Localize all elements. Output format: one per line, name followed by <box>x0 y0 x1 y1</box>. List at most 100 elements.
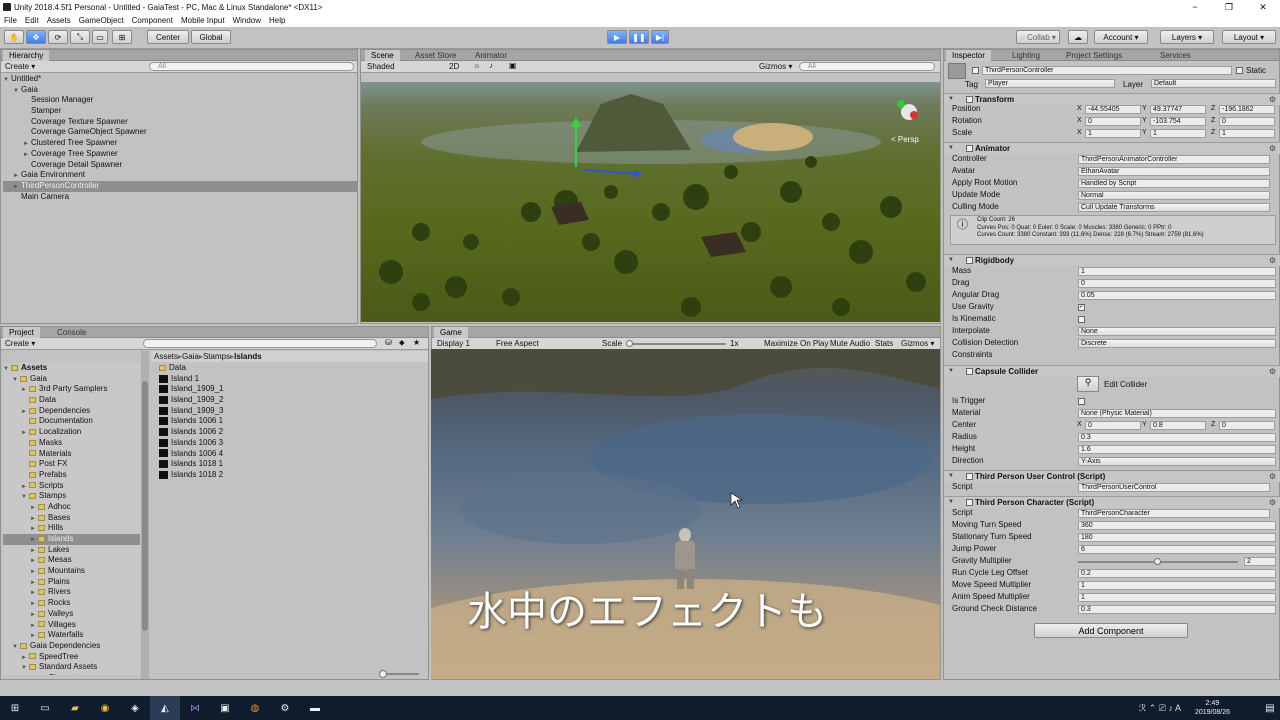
asset-item[interactable]: Islands 1018 2 <box>159 470 359 481</box>
tab-lighting[interactable]: Lighting <box>1006 50 1046 61</box>
component-settings-icon[interactable]: ⚙ <box>1269 255 1276 266</box>
collab-button[interactable]: ◌ Collab ▾ <box>1016 30 1060 44</box>
mute-audio-toggle[interactable]: Mute Audio <box>830 339 870 348</box>
component-settings-icon[interactable]: ⚙ <box>1269 471 1276 482</box>
component-settings-icon[interactable]: ⚙ <box>1269 94 1276 105</box>
folder-item[interactable]: ► 3rd Party Samplers <box>3 384 140 395</box>
layers-dropdown[interactable]: Layers ▾ <box>1160 30 1214 44</box>
character-ground-check-distance-field[interactable]: 0.3 <box>1078 605 1276 614</box>
folder-item[interactable]: ▼ Gaia Dependencies <box>3 641 140 652</box>
window-icon[interactable]: ▬ <box>300 696 330 720</box>
scene-root[interactable]: ▼ Untitled* <box>3 74 357 85</box>
animator-controller-field[interactable]: ThirdPersonAnimatorController <box>1078 155 1270 164</box>
hierarchy-item[interactable]: ► Gaia Environment <box>3 170 357 181</box>
menu-mobile-input[interactable]: Mobile Input <box>177 16 229 25</box>
tab-inspector[interactable]: Inspector <box>946 50 991 61</box>
system-tray[interactable]: ℛ ⌃ ⎚ ♪ A <box>1139 703 1181 714</box>
hierarchy-item[interactable]: ► Clustered Tree Spawner <box>3 138 357 149</box>
slider-thumb[interactable] <box>1154 558 1161 565</box>
stats-toggle[interactable]: Stats <box>875 339 893 348</box>
scene-persp-label[interactable]: < Persp <box>891 135 919 144</box>
rigidbody-enabled-checkbox[interactable] <box>966 257 973 264</box>
scale-y-field[interactable]: 1 <box>1150 129 1206 138</box>
hierarchy-item[interactable]: Coverage Detail Spawner <box>3 160 357 171</box>
folder-item[interactable]: Post FX <box>3 459 140 470</box>
notifications-icon[interactable]: ▤ <box>1260 696 1280 720</box>
capsule-center-y-field[interactable]: 0.8 <box>1150 421 1206 430</box>
transform-enabled-checkbox[interactable] <box>966 96 973 103</box>
rect-tool-icon[interactable]: ▭ <box>92 30 108 44</box>
position-y-field[interactable]: 49.37747 <box>1150 105 1206 114</box>
mode-2d-button[interactable]: 2D <box>449 62 459 71</box>
favorite-icon[interactable]: ★ <box>413 338 420 347</box>
character-anim-speed-multiplier-field[interactable]: 1 <box>1078 593 1276 602</box>
hierarchy-search-input[interactable]: All <box>149 62 354 71</box>
tab-game[interactable]: Game <box>434 327 468 338</box>
folder-item[interactable]: ▼ Stamps <box>3 491 140 502</box>
clock[interactable]: 2:49 2019/08/26 <box>1195 699 1230 717</box>
menu-edit[interactable]: Edit <box>21 16 43 25</box>
step-button[interactable]: ▶| <box>651 30 669 44</box>
rigidbody-drag-field[interactable]: 0 <box>1078 279 1276 288</box>
layer-dropdown[interactable]: Default <box>1151 79 1276 88</box>
tag-dropdown[interactable]: Player <box>985 79 1115 88</box>
folder-item[interactable]: ► Bases <box>3 513 140 524</box>
rigidbody-collision-detection-field[interactable]: Discrete <box>1078 339 1276 348</box>
capsule-center-z-field[interactable]: 0 <box>1219 421 1275 430</box>
user-control-script-field[interactable]: ThirdPersonUserControl <box>1078 483 1270 492</box>
character-script-field[interactable]: ThirdPersonCharacter <box>1078 509 1270 518</box>
gravity-slider[interactable] <box>1078 558 1238 565</box>
asset-item[interactable]: Island_1909_3 <box>159 406 359 417</box>
shading-dropdown[interactable]: Shaded <box>367 62 395 71</box>
folder-item[interactable]: Masks <box>3 438 140 449</box>
unity-hub-icon[interactable]: ◈ <box>120 696 150 720</box>
third-person-user-control-enabled-checkbox[interactable] <box>966 473 973 480</box>
component-settings-icon[interactable]: ⚙ <box>1269 366 1276 377</box>
tab-scene[interactable]: Scene <box>365 50 400 61</box>
folder-item[interactable]: Data <box>3 395 140 406</box>
folder-item[interactable]: ► Hills <box>3 523 140 534</box>
breadcrumb-item[interactable]: Islands <box>234 352 262 361</box>
static-checkbox[interactable] <box>1236 67 1243 74</box>
is-trigger-checkbox[interactable] <box>1078 398 1085 405</box>
rigidbody-angular-drag-field[interactable]: 0.05 <box>1078 291 1276 300</box>
rotation-x-field[interactable]: 0 <box>1085 117 1141 126</box>
capsule-radius-field[interactable]: 0.3 <box>1078 433 1276 442</box>
scene-search-input[interactable]: All <box>799 62 935 71</box>
blender-icon[interactable]: ◍ <box>240 696 270 720</box>
position-z-field[interactable]: -196.1862 <box>1219 105 1275 114</box>
folder-item[interactable]: ▼ Gaia <box>3 374 140 385</box>
folder-item[interactable]: ► Rivers <box>3 587 140 598</box>
third-person-user-control-header[interactable]: Third Person User Control (Script) ▼ ⚙ <box>944 470 1280 482</box>
folder-item[interactable]: ► Plains <box>3 577 140 588</box>
breadcrumb-item[interactable]: Stamps <box>203 352 230 361</box>
task-view-icon[interactable]: ▭ <box>30 696 60 720</box>
pause-button[interactable]: ❚❚ <box>629 30 649 44</box>
collapse-arrow-icon[interactable]: ▼ <box>948 471 954 482</box>
add-component-button[interactable]: Add Component <box>1034 623 1188 638</box>
chrome-icon[interactable]: ◉ <box>90 696 120 720</box>
asset-item[interactable]: Island_1909_1 <box>159 384 359 395</box>
folder-item[interactable]: ► Islands <box>3 534 140 545</box>
asset-item[interactable]: Islands 1018 1 <box>159 459 359 470</box>
gravity-multiplier-field[interactable]: 2 <box>1244 557 1276 566</box>
maximize-button[interactable]: ❐ <box>1212 2 1246 13</box>
folder-item[interactable]: ▼ Assets <box>3 363 140 374</box>
folder-item[interactable]: ► SpeedTree <box>3 652 140 663</box>
capsule-material-field[interactable]: None (Physic Material) <box>1078 409 1276 418</box>
folder-item[interactable]: ► Adhoc <box>3 502 140 513</box>
folder-item[interactable]: ► Lakes <box>3 545 140 556</box>
project-create-button[interactable]: Create ▾ <box>5 339 35 348</box>
menu-help[interactable]: Help <box>265 16 289 25</box>
effects-toggle-icon[interactable]: ▣ <box>509 61 517 70</box>
rigidbody-is-kinematic-checkbox[interactable] <box>1078 316 1085 323</box>
capsule-collider-enabled-checkbox[interactable] <box>966 368 973 375</box>
breadcrumb-item[interactable]: Assets <box>154 352 178 361</box>
close-button[interactable]: ✕ <box>1246 2 1280 13</box>
animator-avatar-field[interactable]: EthanAvatar <box>1078 167 1270 176</box>
capsule-collider-header[interactable]: Capsule Collider ▼ ⚙ <box>944 365 1280 377</box>
scale-x-field[interactable]: 1 <box>1085 129 1141 138</box>
audio-toggle-icon[interactable]: ♪ <box>489 61 493 70</box>
folder-item[interactable]: ► Characters <box>3 673 140 675</box>
settings-icon[interactable]: ⚙ <box>270 696 300 720</box>
